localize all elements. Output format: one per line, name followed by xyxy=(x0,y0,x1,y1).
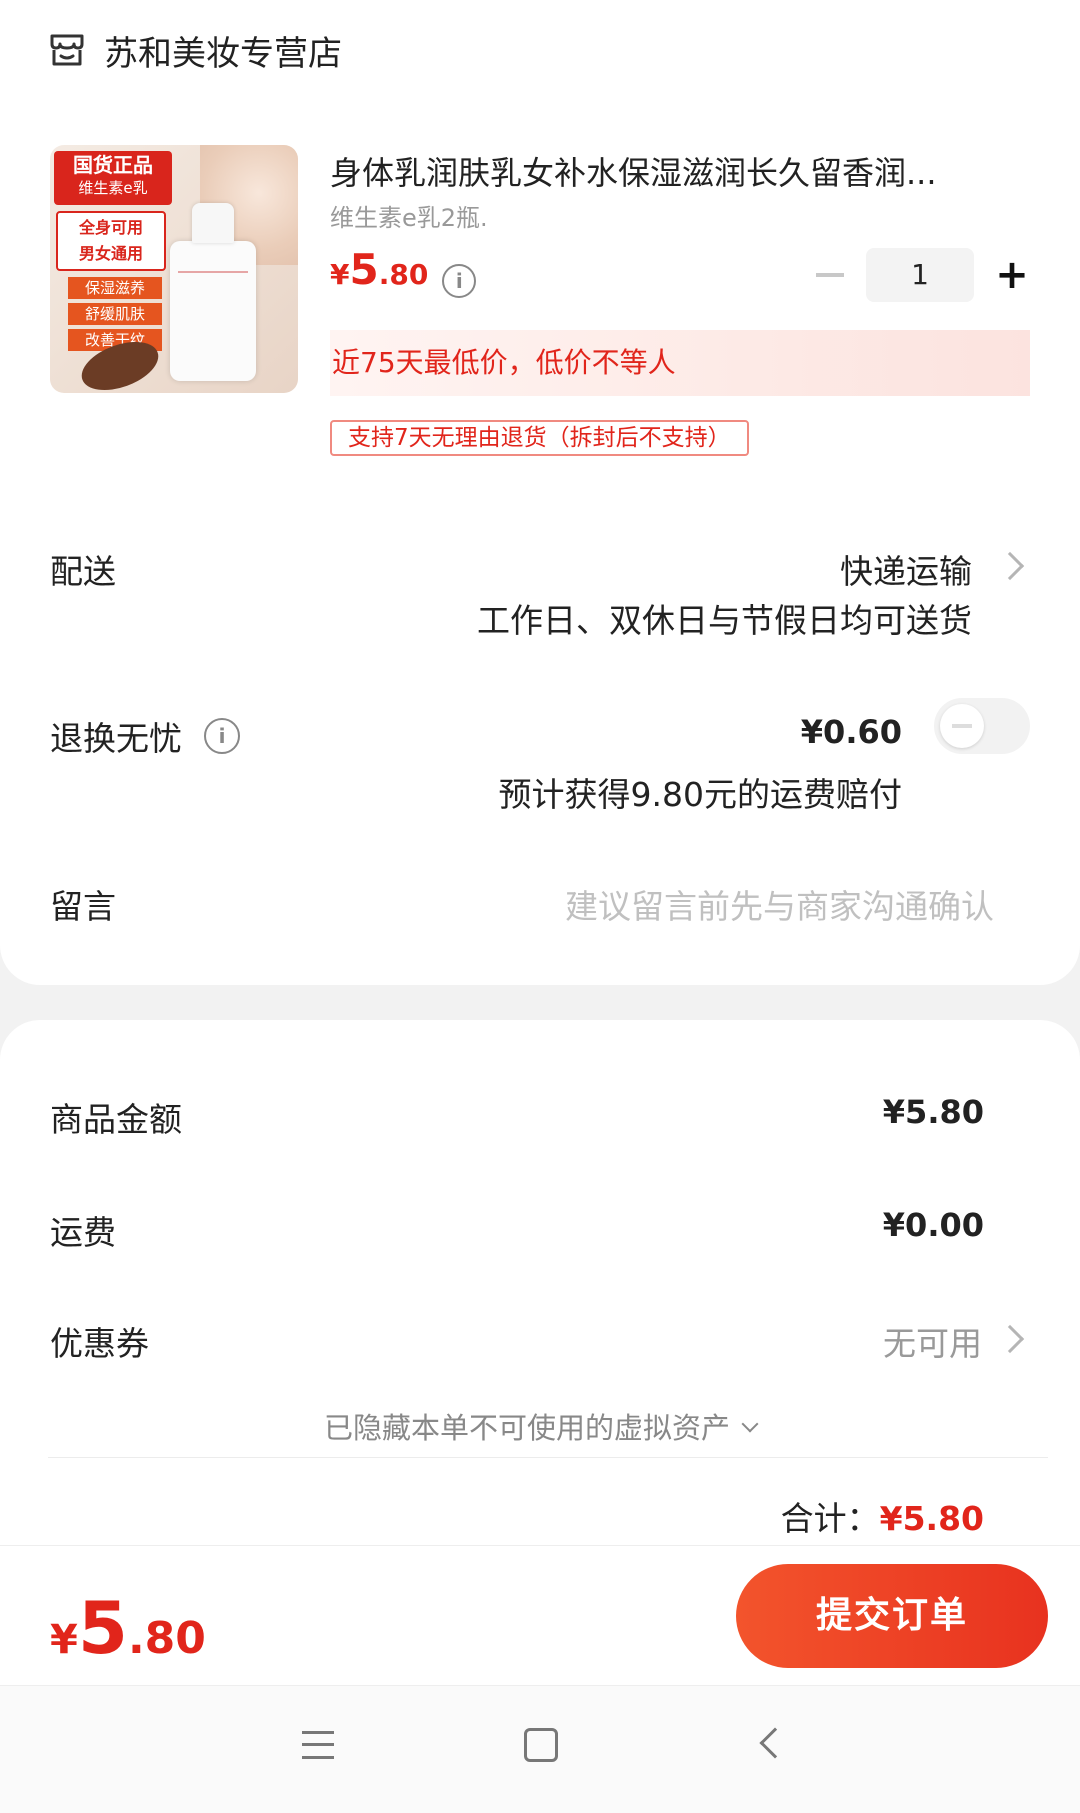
image-tag: 保湿滋养 xyxy=(68,277,162,299)
bottle-graphic xyxy=(170,203,256,381)
shipping-note: 工作日、双休日与节假日均可送货 xyxy=(477,601,972,640)
quantity-decrease-button[interactable] xyxy=(810,255,850,295)
quantity-increase-button[interactable]: + xyxy=(992,255,1032,295)
goods-amount-label: 商品金额 xyxy=(50,1100,182,1139)
back-icon[interactable] xyxy=(759,1727,791,1759)
home-icon[interactable] xyxy=(524,1728,558,1762)
return-insurance-toggle[interactable] xyxy=(934,698,1030,754)
shop-icon xyxy=(50,34,84,66)
chevron-down-icon xyxy=(741,1415,759,1433)
divider xyxy=(48,1457,1048,1458)
return-insurance-note: 预计获得9.80元的运费赔付 xyxy=(498,775,902,814)
shop-header[interactable]: 苏和美妆专营店 xyxy=(48,30,342,74)
system-navigation-bar xyxy=(0,1685,1080,1813)
info-icon[interactable]: i xyxy=(204,718,240,754)
price-info-icon[interactable]: i xyxy=(442,264,477,298)
menu-icon[interactable] xyxy=(302,1731,334,1759)
hidden-assets-toggle[interactable]: 已隐藏本单不可使用的虚拟资产 xyxy=(0,1405,1080,1447)
shop-name: 苏和美妆专营店 xyxy=(104,33,342,74)
low-price-banner: 近75天最低价，低价不等人 xyxy=(330,330,1030,396)
product-price: ¥ 5 .80 i xyxy=(330,245,477,298)
order-total: 合计： ¥5.80 xyxy=(780,1499,984,1538)
image-badge: 国货正品 维生素e乳 xyxy=(54,151,172,205)
product-title[interactable]: 身体乳润肤乳女补水保湿滋润长久留香润... xyxy=(330,148,1020,194)
shipping-method[interactable]: 快递运输 xyxy=(840,545,972,593)
goods-amount-value: ¥5.80 xyxy=(882,1093,984,1131)
return-policy-tag: 支持7天无理由退货（拆封后不支持） xyxy=(330,420,749,456)
coupon-label: 优惠券 xyxy=(50,1324,149,1363)
image-usage-box: 全身可用 男女通用 xyxy=(56,211,166,271)
message-input[interactable]: 建议留言前先与商家沟通确认 xyxy=(565,880,994,928)
return-insurance-label: 退换无忧 i xyxy=(50,712,240,760)
message-label: 留言 xyxy=(50,887,116,926)
quantity-input[interactable]: 1 xyxy=(866,248,974,302)
freight-label: 运费 xyxy=(50,1213,116,1252)
checkout-price: ¥ 5 .80 xyxy=(50,1586,206,1670)
return-insurance-price: ¥0.60 xyxy=(800,713,902,751)
product-sku[interactable]: 维生素e乳2瓶. xyxy=(330,198,488,233)
freight-value: ¥0.00 xyxy=(882,1206,984,1244)
image-tag: 舒缓肌肤 xyxy=(68,303,162,325)
checkout-bar: ¥ 5 .80 提交订单 xyxy=(0,1545,1080,1685)
shipping-label: 配送 xyxy=(50,552,116,591)
product-image[interactable]: 国货正品 维生素e乳 全身可用 男女通用 保湿滋养 舒缓肌肤 改善干纹 xyxy=(50,145,298,393)
coupon-value[interactable]: 无可用 xyxy=(883,1317,982,1365)
submit-order-button[interactable]: 提交订单 xyxy=(736,1564,1048,1668)
